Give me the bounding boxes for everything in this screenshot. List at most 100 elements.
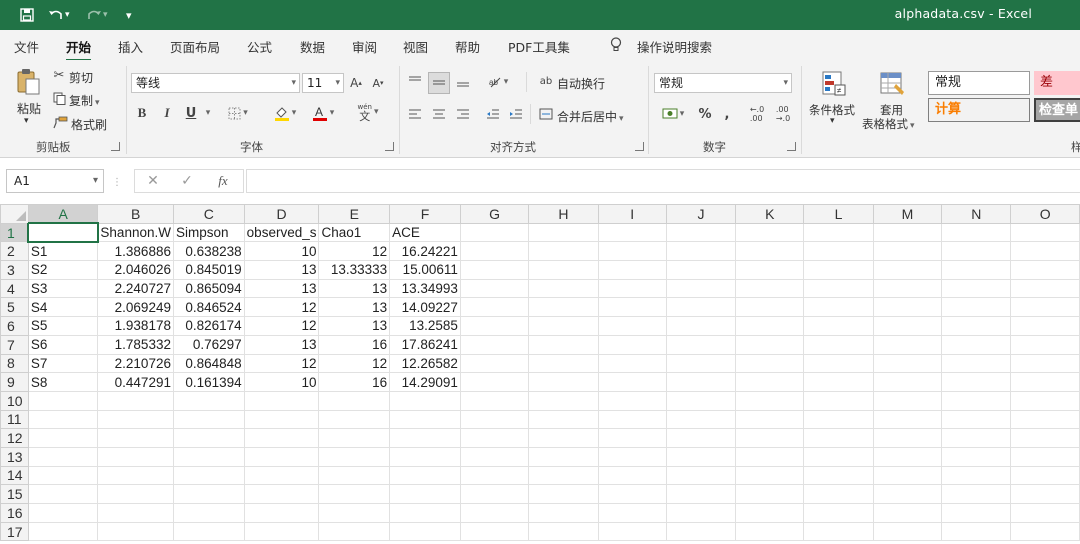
font-color-icon[interactable]: A [308, 103, 338, 123]
save-icon[interactable] [20, 5, 34, 25]
cell[interactable] [528, 353, 599, 374]
cell[interactable] [941, 222, 1012, 243]
cell[interactable] [597, 222, 667, 243]
cell[interactable] [597, 446, 667, 467]
cell[interactable] [1010, 334, 1080, 355]
cell[interactable] [941, 297, 1012, 318]
cell[interactable] [389, 446, 461, 467]
merge-center-button[interactable]: 合并后居中 [557, 108, 624, 125]
cell[interactable] [872, 316, 943, 336]
column-header[interactable]: B [97, 204, 174, 224]
cell[interactable] [97, 465, 174, 486]
insert-function-icon[interactable]: fx [213, 173, 233, 189]
tab-help[interactable]: 帮助 [455, 37, 480, 56]
cell[interactable] [872, 484, 943, 504]
cell[interactable] [528, 260, 599, 280]
cell[interactable] [665, 446, 737, 467]
cell[interactable] [665, 390, 737, 411]
format-as-table-button[interactable]: 表格格式 [862, 116, 915, 132]
cell[interactable] [665, 521, 737, 542]
cell[interactable] [665, 241, 737, 262]
decrease-indent-icon[interactable] [484, 105, 502, 123]
cell[interactable] [27, 521, 99, 542]
customize-icon[interactable]: ▾ [126, 5, 132, 25]
cell[interactable] [665, 465, 737, 486]
cell[interactable] [1010, 297, 1080, 318]
cell[interactable] [389, 484, 461, 504]
cell[interactable] [172, 465, 245, 486]
cell[interactable] [528, 297, 599, 318]
cell[interactable] [803, 297, 874, 318]
cell[interactable] [872, 409, 943, 430]
cell[interactable] [27, 390, 99, 411]
cell[interactable] [1010, 428, 1080, 448]
underline-dropdown[interactable] [200, 104, 214, 122]
cell[interactable] [665, 372, 737, 392]
style-normal[interactable]: 常规 [928, 71, 1030, 95]
cell[interactable] [803, 278, 874, 299]
cell[interactable]: ACE [389, 222, 461, 243]
cell[interactable] [528, 316, 599, 336]
cell[interactable] [597, 484, 667, 504]
cell[interactable] [459, 390, 530, 411]
tab-home[interactable]: 开始 [66, 37, 92, 62]
cell[interactable] [803, 428, 874, 448]
cell[interactable] [318, 465, 391, 486]
cell[interactable]: 12 [243, 297, 320, 318]
cell[interactable]: S6 [27, 334, 99, 355]
font-launcher-icon[interactable] [385, 142, 394, 151]
cell[interactable]: 0.638238 [172, 241, 245, 262]
cell[interactable] [97, 428, 174, 448]
cell[interactable] [872, 353, 943, 374]
enter-icon[interactable]: ✓ [179, 173, 195, 189]
cell[interactable] [27, 428, 99, 448]
cell[interactable]: observed_s [243, 222, 320, 243]
cell[interactable] [389, 409, 461, 430]
cell[interactable] [459, 446, 530, 467]
fill-color-icon[interactable] [270, 103, 300, 123]
cell[interactable]: 13.2585 [389, 316, 461, 336]
cell[interactable] [459, 484, 530, 504]
format-painter-icon[interactable] [52, 115, 68, 129]
cell[interactable]: 12.26582 [389, 353, 461, 374]
copy-button[interactable]: 复制 [69, 92, 100, 109]
number-format-select[interactable]: 常规 ▾ [654, 73, 792, 93]
cell[interactable] [389, 390, 461, 411]
wrap-text-button[interactable]: 自动换行 [557, 75, 605, 92]
cell[interactable] [528, 241, 599, 262]
cell[interactable] [1010, 409, 1080, 430]
cell[interactable] [735, 372, 805, 392]
cell[interactable] [597, 260, 667, 280]
cell[interactable]: 1.785332 [97, 334, 174, 355]
cell[interactable] [665, 316, 737, 336]
row-header[interactable]: 16 [0, 503, 29, 523]
cell[interactable] [1010, 503, 1080, 523]
cell[interactable]: 0.161394 [172, 372, 245, 392]
cell[interactable]: 13 [243, 260, 320, 280]
tab-data[interactable]: 数据 [300, 37, 325, 56]
cell[interactable] [803, 334, 874, 355]
cell[interactable] [459, 278, 530, 299]
cell[interactable] [459, 316, 530, 336]
cell[interactable] [27, 409, 99, 430]
column-header[interactable]: O [1010, 204, 1080, 224]
cell[interactable]: 16 [318, 372, 391, 392]
paste-dropdown[interactable]: ▾ [24, 116, 29, 126]
tab-formulas[interactable]: 公式 [247, 37, 272, 56]
cell[interactable] [597, 334, 667, 355]
column-header[interactable]: L [803, 204, 874, 224]
row-header[interactable]: 5 [0, 297, 29, 318]
cell[interactable] [528, 484, 599, 504]
cell[interactable] [735, 484, 805, 504]
row-header[interactable]: 12 [0, 428, 29, 448]
cell[interactable] [1010, 484, 1080, 504]
cell[interactable] [872, 372, 943, 392]
italic-button[interactable]: I [158, 104, 176, 122]
cell[interactable] [735, 465, 805, 486]
cell[interactable] [872, 465, 943, 486]
cell[interactable] [735, 428, 805, 448]
row-header[interactable]: 17 [0, 521, 29, 542]
cell[interactable]: 12 [318, 241, 391, 262]
decrease-font-icon[interactable]: A ▾ [369, 74, 387, 92]
cell[interactable] [803, 222, 874, 243]
